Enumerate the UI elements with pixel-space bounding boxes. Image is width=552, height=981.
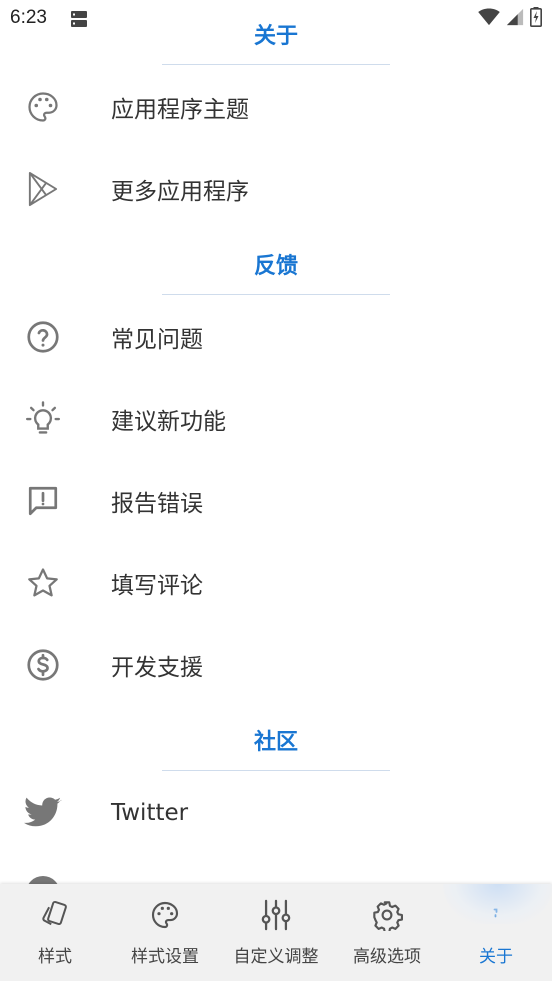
palette-icon xyxy=(24,88,62,126)
status-time: 6:23 xyxy=(10,7,47,28)
wifi-icon xyxy=(478,8,500,30)
nav-label: 样式设置 xyxy=(131,947,199,967)
section-header-community: 社区 xyxy=(253,730,298,755)
list-item-label: 填写评论 xyxy=(111,573,203,599)
list-item-label: 开发支援 xyxy=(111,655,203,681)
section-divider xyxy=(162,770,390,771)
star-icon xyxy=(24,564,62,602)
partially-hidden-icon xyxy=(26,876,60,884)
notification-icon xyxy=(70,10,88,32)
list-item-write-review[interactable]: 填写评论 xyxy=(0,542,552,624)
lightbulb-icon xyxy=(24,400,62,438)
list-item-label: Twitter xyxy=(111,800,189,826)
nav-tab-styles[interactable]: 样式 xyxy=(19,884,91,981)
section-divider xyxy=(162,64,390,65)
help-circle-icon xyxy=(24,318,62,356)
status-indicators xyxy=(478,7,542,31)
nav-label: 样式 xyxy=(38,947,72,967)
list-item-suggest-feature[interactable]: 建议新功能 xyxy=(0,378,552,460)
list-item-more-apps[interactable]: 更多应用程序 xyxy=(0,148,552,230)
nav-tab-custom-tweaks[interactable]: 自定义调整 xyxy=(226,884,326,981)
list-item-support-dev[interactable]: 开发支援 xyxy=(0,624,552,706)
list-item-label: 常见问题 xyxy=(111,327,203,353)
report-bubble-icon xyxy=(24,482,62,520)
twitter-icon xyxy=(24,794,62,832)
list-item-twitter[interactable]: Twitter xyxy=(0,772,552,854)
nav-tab-advanced-options[interactable]: 高级选项 xyxy=(342,884,432,981)
list-item-label: 应用程序主题 xyxy=(111,97,249,123)
battery-charging-icon xyxy=(530,7,542,31)
list-item-faq[interactable]: 常见问题 xyxy=(0,296,552,378)
nav-label: 自定义调整 xyxy=(233,947,319,967)
play-store-icon xyxy=(24,170,62,208)
gear-icon xyxy=(370,898,404,932)
dollar-circle-icon xyxy=(24,646,62,684)
palette-icon xyxy=(148,898,182,932)
list-item-label: 更多应用程序 xyxy=(111,179,249,205)
nav-label: 高级选项 xyxy=(353,947,421,967)
list-item-app-theme[interactable]: 应用程序主题 xyxy=(0,66,552,148)
cell-signal-icon xyxy=(506,8,524,30)
list-item-report-bug[interactable]: 报告错误 xyxy=(0,460,552,542)
cards-icon xyxy=(38,898,72,932)
list-item-label: 建议新功能 xyxy=(111,409,226,435)
sliders-icon xyxy=(259,898,293,932)
section-divider xyxy=(162,294,390,295)
list-item-label: 报告错误 xyxy=(111,491,203,517)
section-header-feedback: 反馈 xyxy=(253,254,298,279)
settings-list: 关于 应用程序主题 更多应用程序 反馈 常见问题 建议新功能 报告错误 填写评论… xyxy=(0,0,552,884)
status-bar: 6:23 xyxy=(0,0,552,38)
nav-label: 关于 xyxy=(479,947,513,967)
nav-tab-style-settings[interactable]: 样式设置 xyxy=(120,884,210,981)
